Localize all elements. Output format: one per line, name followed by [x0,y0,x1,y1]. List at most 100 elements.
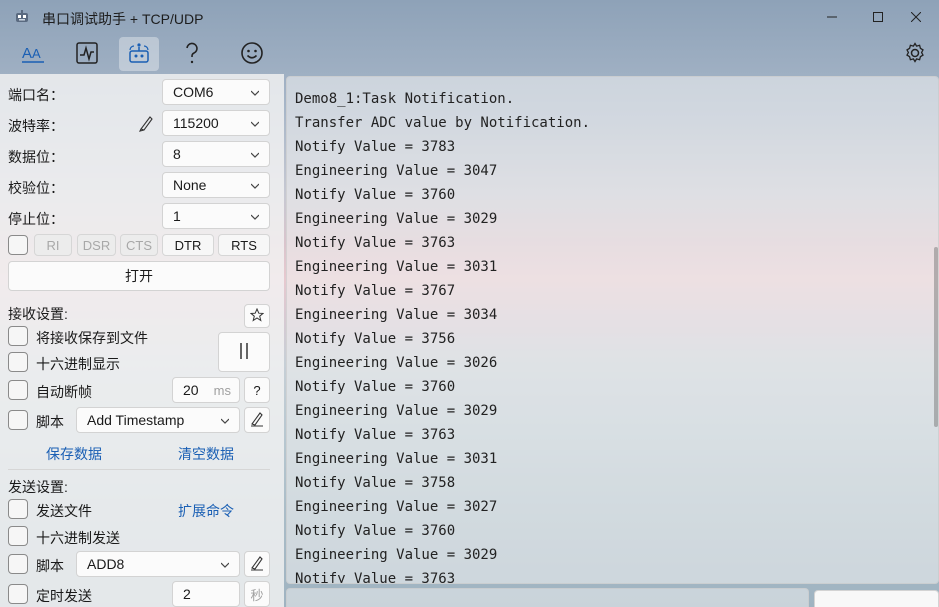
rts-button[interactable]: RTS [218,234,270,256]
receive-script-checkbox[interactable] [8,410,28,430]
auto-frame-checkbox[interactable] [8,380,28,400]
timed-interval-input[interactable]: 2 [172,581,240,607]
auto-frame-label: 自动断帧 [36,384,92,400]
save-to-file-label: 将接收保存到文件 [36,330,148,346]
close-icon [910,9,922,25]
section-divider [8,469,270,470]
stopbits-select[interactable]: 1 [162,203,270,229]
port-select[interactable]: COM6 [162,79,270,105]
output-line: Notify Value = 3783 [295,139,456,155]
clear-data-link[interactable]: 清空数据 [178,444,234,464]
output-line: Transfer ADC value by Notification. [295,115,591,131]
hex-display-label: 十六进制显示 [36,356,120,372]
output-line: Notify Value = 3760 [295,523,456,539]
hex-display-checkbox[interactable] [8,352,28,372]
favorite-button[interactable] [244,304,270,328]
settings-button[interactable] [895,37,935,71]
svg-text:A: A [32,46,41,61]
question-icon [182,41,202,68]
font-display-button[interactable]: A A [13,37,53,71]
send-script-value: ADD8 [87,556,125,572]
baud-label: 波特率： [8,118,64,134]
save-data-link[interactable]: 保存数据 [46,444,102,464]
send-script-select[interactable]: ADD8 [76,551,240,577]
parity-select[interactable]: None [162,172,270,198]
send-script-edit-button[interactable] [244,551,270,577]
send-file-checkbox[interactable] [8,499,28,519]
receive-script-label: 脚本 [36,414,64,430]
maximize-icon [873,9,883,25]
pen-icon[interactable] [138,114,154,135]
dtr-button[interactable]: DTR [162,234,214,256]
ext-commands-link[interactable]: 扩展命令 [178,501,234,521]
output-line: Notify Value = 3756 [295,331,456,347]
receive-script-value: Add Timestamp [87,412,185,428]
chevron-down-icon [251,90,259,96]
output-line: Engineering Value = 3029 [295,403,498,419]
send-section-label: 发送设置: [8,479,68,495]
frame-interval-value: 20 [183,382,199,398]
star-icon [249,307,265,325]
send-script-checkbox[interactable] [8,554,28,574]
timed-unit: 秒 [244,581,270,607]
chevron-down-icon [251,152,259,158]
stopbits-label: 停止位： [8,211,64,227]
send-script-label: 脚本 [36,558,64,574]
output-line: Notify Value = 3760 [295,187,456,203]
save-to-file-checkbox[interactable] [8,326,28,346]
waveform-chart-icon [76,41,98,67]
frame-unit: ms [213,383,231,398]
port-label: 端口名： [8,87,64,103]
send-file-label: 发送文件 [36,503,92,519]
timed-interval-value: 2 [183,586,191,602]
pen-icon [250,555,264,574]
vertical-scrollbar[interactable] [934,247,938,427]
hex-send-checkbox[interactable] [8,526,28,546]
send-input-area[interactable] [286,588,809,607]
network-icon [127,41,151,68]
frame-interval-input[interactable]: 20 ms [172,377,240,403]
font-aa-icon: A A [21,41,45,68]
chevron-down-icon [221,418,229,424]
waveform-button[interactable] [67,37,107,71]
parity-label: 校验位： [8,180,64,196]
output-line: Notify Value = 3763 [295,571,456,584]
help-button[interactable] [172,37,212,71]
robot-icon [14,9,30,25]
output-line: Engineering Value = 3027 [295,499,498,515]
receive-output[interactable]: Demo8_1:Task Notification. Transfer ADC v… [286,76,939,584]
output-line: Notify Value = 3767 [295,283,456,299]
network-button[interactable] [119,37,159,71]
parity-value: None [173,177,207,193]
close-button[interactable] [893,0,939,34]
chevron-down-icon [221,562,229,568]
send-button[interactable] [814,590,939,607]
receive-script-select[interactable]: Add Timestamp [76,407,240,433]
output-text: Demo8_1:Task Notification. Transfer ADC v… [295,87,591,584]
timed-send-checkbox[interactable] [8,584,28,604]
output-line: Engineering Value = 3026 [295,355,498,371]
signal-checkbox[interactable] [8,235,28,255]
dsr-indicator: DSR [77,234,116,256]
hex-send-label: 十六进制发送 [36,530,120,546]
smiley-icon [240,41,264,68]
output-line: Engineering Value = 3047 [295,163,498,179]
port-value: COM6 [173,84,214,100]
open-port-button[interactable]: 打开 [8,261,270,291]
minimize-button[interactable] [809,0,855,34]
receive-script-edit-button[interactable] [244,407,270,433]
pause-button[interactable] [218,332,270,372]
output-line: Engineering Value = 3031 [295,451,498,467]
output-line: Engineering Value = 3029 [295,547,498,563]
output-line: Engineering Value = 3029 [295,211,498,227]
title-bar: 串口调试助手 + TCP/UDP [0,0,939,34]
help-small-button[interactable]: ? [244,377,270,403]
feedback-button[interactable] [232,37,272,71]
databits-select[interactable]: 8 [162,141,270,167]
baud-select[interactable]: 115200 [162,110,270,136]
databits-value: 8 [173,146,181,162]
timed-send-label: 定时发送 [36,588,92,604]
chevron-down-icon [251,121,259,127]
output-line: Demo8_1:Task Notification. [295,91,515,107]
output-line: Engineering Value = 3031 [295,259,498,275]
